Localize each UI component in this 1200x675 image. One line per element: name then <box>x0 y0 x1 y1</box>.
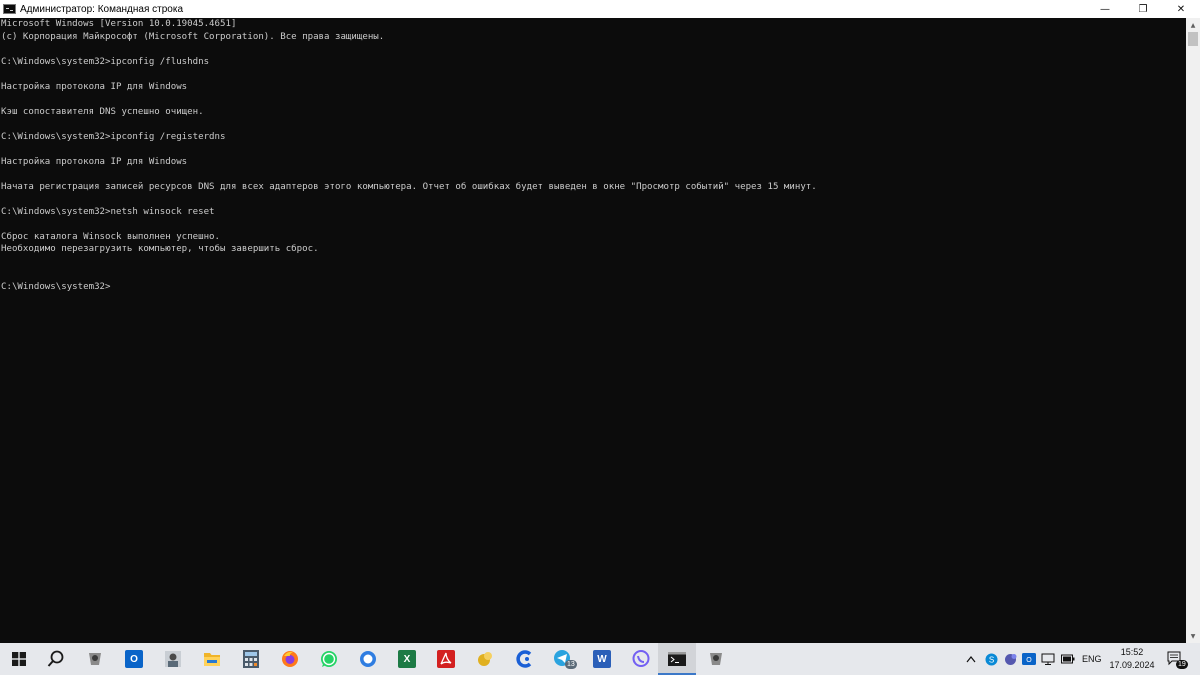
tray-overflow-button[interactable] <box>966 643 976 675</box>
scroll-down-icon[interactable]: ▼ <box>1186 629 1200 643</box>
outlook-tray-icon: O <box>1022 653 1036 665</box>
network-icon <box>1041 653 1055 665</box>
chevron-up-icon <box>966 656 976 663</box>
tray-outlook[interactable]: O <box>1022 643 1036 675</box>
messenger-icon <box>360 651 376 667</box>
whatsapp-icon <box>321 651 337 667</box>
taskbar-telegram[interactable]: 13 <box>544 643 582 675</box>
taskbar-messenger[interactable] <box>349 643 387 675</box>
maximize-button[interactable]: ❐ <box>1124 0 1162 18</box>
console-line: C:\Windows\system32>ipconfig /flushdns <box>1 56 210 67</box>
taskbar-app-2[interactable] <box>466 643 504 675</box>
viber-icon <box>632 650 650 667</box>
taskbar-viber[interactable] <box>622 643 660 675</box>
taskbar-excel[interactable]: X <box>388 643 426 675</box>
console-line: Microsoft Windows [Version 10.0.19045.46… <box>1 19 237 29</box>
title-bar[interactable]: Администратор: Командная строка — ❐ ✕ <box>0 0 1200 18</box>
window-title: Администратор: Командная строка <box>20 3 184 15</box>
excel-icon: X <box>398 650 416 668</box>
notifications-badge: 19 <box>1176 660 1188 669</box>
telegram-badge: 13 <box>565 660 577 669</box>
teams-icon <box>1005 653 1017 665</box>
calculator-icon <box>243 650 259 668</box>
taskbar-firefox[interactable] <box>271 643 309 675</box>
vertical-scrollbar[interactable]: ▲ ▼ <box>1186 18 1200 643</box>
clock-time: 15:52 <box>1120 647 1144 657</box>
tray-teams[interactable] <box>1004 643 1017 675</box>
taskbar-app-1[interactable] <box>76 643 114 675</box>
firefox-icon <box>282 651 298 667</box>
scroll-thumb[interactable] <box>1188 32 1198 46</box>
start-icon <box>12 652 26 666</box>
console-line: Необходимо перезагрузить компьютер, чтоб… <box>1 244 319 254</box>
console-line: Настройка протокола IP для Windows <box>1 156 188 167</box>
browser-c-icon <box>516 650 532 668</box>
scroll-up-icon[interactable]: ▲ <box>1186 18 1200 32</box>
taskbar-outlook[interactable]: O <box>115 643 153 675</box>
tray-network[interactable] <box>1041 643 1055 675</box>
app-icon-2 <box>478 652 492 666</box>
console-line: Кэш сопоставителя DNS успешно очищен. <box>1 106 204 117</box>
pdf-reader-icon <box>437 650 455 668</box>
console-line: Сброс каталога Winsock выполнен успешно. <box>1 231 220 242</box>
command-prompt-icon <box>668 652 686 666</box>
close-button[interactable]: ✕ <box>1162 0 1200 18</box>
search-button[interactable] <box>37 643 75 675</box>
taskbar-file-explorer[interactable] <box>193 643 231 675</box>
console-line: C:\Windows\system32>netsh winsock reset <box>1 206 215 217</box>
taskbar-whatsapp[interactable] <box>310 643 348 675</box>
photo-app-icon <box>165 651 181 667</box>
taskbar: O X 13 W S O ENG 15:52 17.09.2024 19 <box>0 643 1200 675</box>
skype-icon: S <box>985 653 998 665</box>
language-indicator[interactable]: ENG <box>1082 643 1102 675</box>
taskbar-command-prompt[interactable] <box>658 643 696 675</box>
app-icon-3 <box>710 653 722 665</box>
console-output[interactable]: Microsoft Windows [Version 10.0.19045.46… <box>0 18 1186 643</box>
taskbar-calculator[interactable] <box>232 643 270 675</box>
start-button[interactable] <box>0 643 38 675</box>
word-icon: W <box>593 650 611 668</box>
console-line: Начата регистрация записей ресурсов DNS … <box>1 181 817 192</box>
taskbar-photo-app[interactable] <box>154 643 192 675</box>
taskbar-word[interactable]: W <box>583 643 621 675</box>
window-controls: — ❐ ✕ <box>1086 0 1200 18</box>
file-explorer-icon <box>204 653 220 666</box>
notification-center-button[interactable]: 19 <box>1167 643 1188 675</box>
taskbar-app-3[interactable] <box>697 643 735 675</box>
taskbar-pdf-reader[interactable] <box>427 643 465 675</box>
console-line: Настройка протокола IP для Windows <box>1 81 188 92</box>
battery-icon <box>1061 654 1075 664</box>
minimize-button[interactable]: — <box>1086 0 1124 18</box>
command-prompt-icon <box>3 4 16 14</box>
taskbar-browser-c[interactable] <box>505 643 543 675</box>
tray-skype[interactable]: S <box>985 643 998 675</box>
search-icon <box>47 650 64 667</box>
clock-date: 17.09.2024 <box>1109 660 1155 670</box>
app-icon-1 <box>89 653 101 665</box>
tray-battery[interactable] <box>1061 643 1075 675</box>
console-line: (c) Корпорация Майкрософт (Microsoft Cor… <box>1 31 385 42</box>
console-line: C:\Windows\system32> <box>1 281 111 292</box>
console-line: C:\Windows\system32>ipconfig /registerdn… <box>1 131 226 142</box>
clock[interactable]: 15:52 17.09.2024 <box>1107 646 1157 672</box>
outlook-icon: O <box>125 650 143 668</box>
svg-text:S: S <box>989 655 994 664</box>
svg-text:O: O <box>1026 657 1032 664</box>
